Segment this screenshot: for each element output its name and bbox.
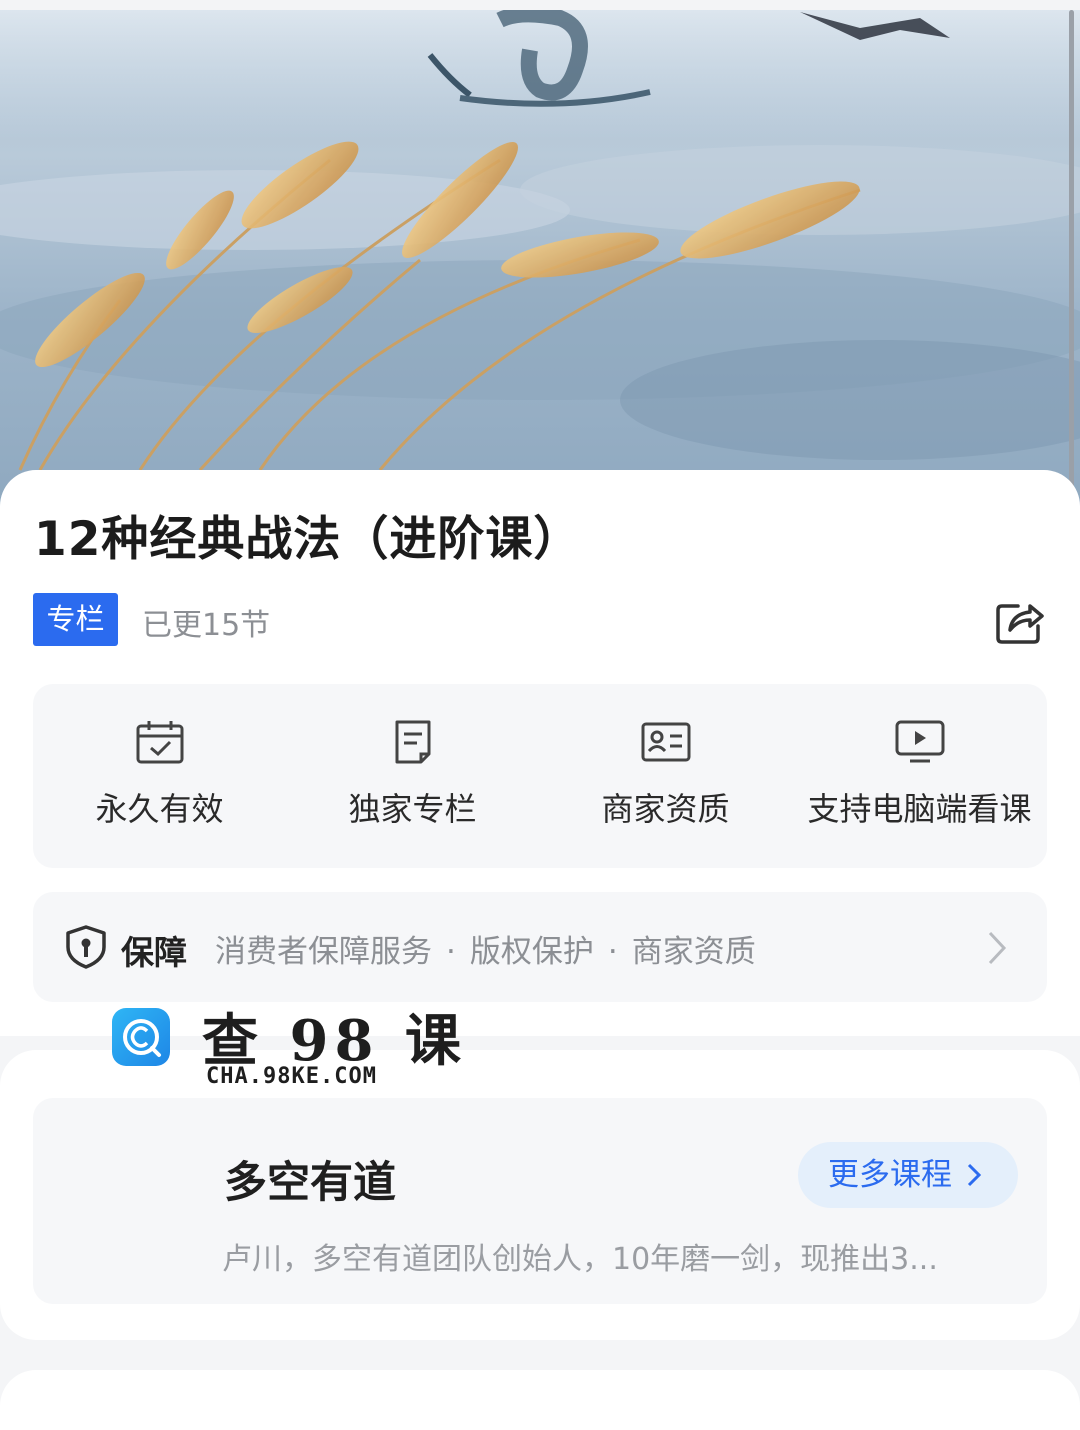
column-badge: 专栏 (33, 593, 118, 646)
monitor-play-icon (895, 720, 944, 763)
calendar-check-icon (136, 721, 183, 764)
hero-banner-image (0, 0, 1080, 520)
next-card-edge (0, 1370, 1080, 1430)
guarantee-title: 保障 (121, 933, 187, 972)
chevron-right-icon (967, 1163, 982, 1187)
feature-exclusive: 独家专栏 (286, 684, 539, 868)
chevron-right-icon (988, 931, 1007, 965)
author-description: 卢川，多空有道团队创始人，10年磨一剑，现推出3... (222, 1242, 938, 1277)
feature-pc-viewing: 支持电脑端看课 (793, 684, 1046, 868)
feature-panel: 永久有效 独家专栏 商家资质 支持电脑端看课 (33, 684, 1047, 868)
watermark-url: CHA.98KE.COM (206, 1064, 377, 1089)
separator: · (446, 934, 456, 970)
status-strip (0, 0, 1080, 10)
share-button[interactable] (994, 598, 1046, 646)
id-card-icon (641, 722, 690, 762)
feature-label: 独家专栏 (348, 790, 477, 828)
watermark-logo (112, 1008, 170, 1066)
separator: · (607, 934, 618, 970)
shield-icon (66, 925, 106, 969)
search-c-icon (123, 1019, 161, 1057)
guarantee-item: 消费者保障服务 (215, 934, 432, 970)
author-name: 多空有道 (224, 1158, 396, 1208)
feature-label: 永久有效 (95, 790, 224, 828)
feature-permanent: 永久有效 (33, 684, 286, 868)
guarantee-items: 消费者保障服务 · 版权保护 · 商家资质 (215, 926, 756, 971)
guarantee-item: 商家资质 (631, 934, 756, 970)
more-courses-button[interactable]: 更多课程 (798, 1142, 1018, 1208)
guarantee-item: 版权保护 (469, 934, 594, 970)
share-icon (996, 604, 1044, 644)
document-icon (395, 720, 430, 764)
feature-label: 支持电脑端看课 (807, 790, 1032, 828)
feature-qualification: 商家资质 (539, 684, 792, 868)
update-count: 已更15节 (142, 608, 271, 643)
course-title: 12种经典战法（进阶课） (34, 512, 582, 567)
more-courses-label: 更多课程 (828, 1157, 952, 1193)
feature-label: 商家资质 (601, 790, 730, 828)
guarantee-row[interactable]: 保障 消费者保障服务 · 版权保护 · 商家资质 (33, 892, 1047, 1002)
